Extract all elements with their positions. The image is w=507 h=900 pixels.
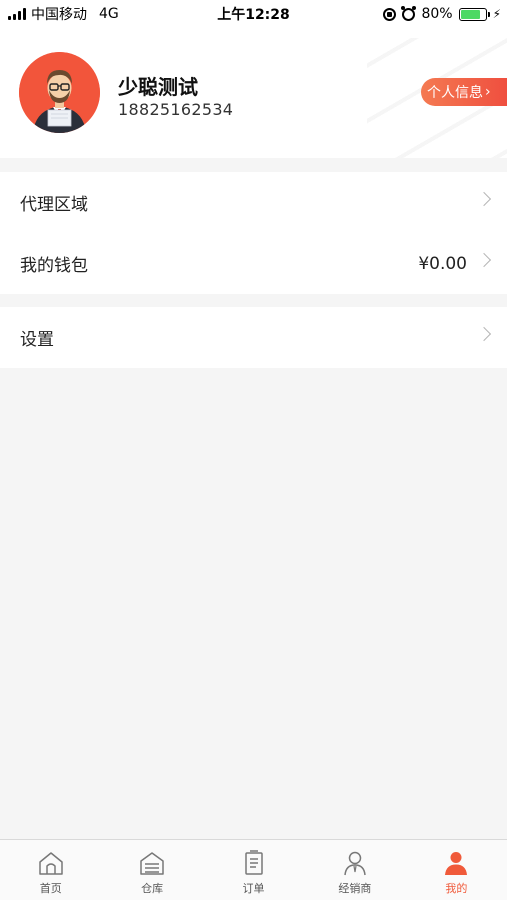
tab-label: 我的 xyxy=(445,882,468,895)
order-icon xyxy=(244,850,263,875)
tab-label: 经销商 xyxy=(338,882,372,895)
warehouse-icon xyxy=(140,852,164,875)
tab-mine[interactable]: 我的 xyxy=(406,840,507,900)
menu-item-agent-region[interactable]: 代理区域 xyxy=(0,172,507,233)
profile-name: 少聪测试 xyxy=(118,75,198,99)
rotation-lock-icon xyxy=(383,7,397,21)
chevron-right-icon xyxy=(476,326,492,342)
avatar-illustration xyxy=(19,52,100,133)
menu-group-1: 代理区域 我的钱包 ¥0.00 xyxy=(0,172,507,294)
tab-label: 仓库 xyxy=(141,882,164,895)
signal-icon xyxy=(8,8,26,20)
avatar[interactable] xyxy=(19,52,100,133)
personal-info-button[interactable]: 个人信息 › xyxy=(421,78,507,106)
network-label: 4G xyxy=(99,6,119,22)
dealer-icon xyxy=(344,851,366,876)
menu-item-settings[interactable]: 设置 xyxy=(0,307,507,368)
status-left: 中国移动 4G xyxy=(0,4,190,24)
status-right: 80% ⚡ xyxy=(383,0,501,28)
profile-icon xyxy=(445,852,468,875)
chevron-right-icon xyxy=(476,252,492,268)
menu-item-label: 代理区域 xyxy=(20,195,88,215)
charging-icon: ⚡ xyxy=(492,7,501,21)
tab-bar: 首页 仓库 订单 经销商 我的 xyxy=(0,839,507,900)
carrier-label: 中国移动 xyxy=(31,7,87,23)
status-bar: 中国移动 4G 上午12:28 80% ⚡ xyxy=(0,0,507,28)
tab-label: 订单 xyxy=(242,882,265,895)
profile-header: 少聪测试 18825162534 个人信息 › xyxy=(0,28,507,158)
wallet-balance: ¥0.00 xyxy=(418,253,467,274)
menu-item-label: 设置 xyxy=(20,330,54,350)
tab-orders[interactable]: 订单 xyxy=(203,840,304,900)
battery-icon xyxy=(458,7,490,21)
alarm-icon xyxy=(401,5,417,21)
battery-percent: 80% xyxy=(421,6,453,22)
chevron-right-icon: › xyxy=(485,84,491,100)
home-icon xyxy=(38,852,63,875)
menu-item-wallet[interactable]: 我的钱包 ¥0.00 xyxy=(0,233,507,294)
chevron-right-icon xyxy=(476,191,492,207)
profile-phone: 18825162534 xyxy=(118,100,234,119)
personal-info-label: 个人信息 xyxy=(427,85,483,101)
tab-label: 首页 xyxy=(39,882,62,895)
menu-group-2: 设置 xyxy=(0,307,507,368)
tab-home[interactable]: 首页 xyxy=(0,840,101,900)
tab-dealers[interactable]: 经销商 xyxy=(304,840,405,900)
menu-item-label: 我的钱包 xyxy=(20,256,88,276)
tab-warehouse[interactable]: 仓库 xyxy=(101,840,202,900)
